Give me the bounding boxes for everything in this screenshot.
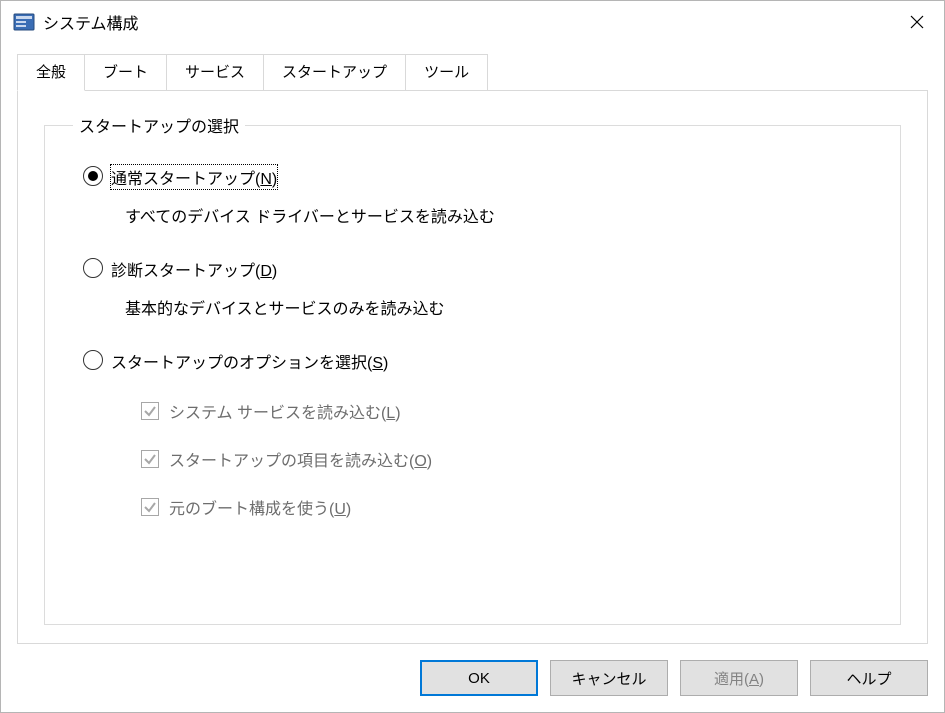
radio-block-diagnostic: 診断スタートアップ(D) 基本的なデバイスとサービスのみを読み込む — [83, 257, 876, 319]
check-item-startup: スタートアップの項目を読み込む(O) — [141, 447, 876, 471]
close-button[interactable] — [894, 4, 940, 40]
radio-block-selective: スタートアップのオプションを選択(S) システム サービスを読み込む(L) — [83, 349, 876, 519]
radio-desc-normal: すべてのデバイス ドライバーとサービスを読み込む — [125, 203, 876, 227]
app-icon — [13, 11, 35, 33]
check-label-services: システム サービスを読み込む(L) — [169, 399, 401, 423]
radio-item-normal[interactable]: 通常スタートアップ(N) — [83, 165, 876, 189]
check-original-boot — [141, 498, 159, 516]
dialog-window: システム構成 全般 ブート サービス スタートアップ ツール スタートアップの選… — [0, 0, 945, 713]
cancel-button[interactable]: キャンセル — [550, 660, 668, 696]
radio-list: 通常スタートアップ(N) すべてのデバイス ドライバーとサービスを読み込む 診断… — [83, 165, 876, 519]
selective-sub-checks: システム サービスを読み込む(L) スタートアップの項目を読み込む(O) — [141, 399, 876, 519]
tab-tools[interactable]: ツール — [405, 54, 488, 91]
tab-startup[interactable]: スタートアップ — [263, 54, 406, 91]
window-title: システム構成 — [43, 10, 894, 34]
group-legend: スタートアップの選択 — [73, 113, 245, 137]
close-icon — [910, 15, 924, 29]
radio-desc-diagnostic: 基本的なデバイスとサービスのみを読み込む — [125, 295, 876, 319]
checkmark-icon — [143, 452, 157, 466]
startup-selection-group: スタートアップの選択 通常スタートアップ(N) すべてのデバイス ドライバーとサ… — [44, 113, 901, 625]
check-label-original-boot: 元のブート構成を使う(U) — [169, 495, 351, 519]
checkmark-icon — [143, 500, 157, 514]
tabs-row: 全般 ブート サービス スタートアップ ツール — [17, 53, 928, 90]
tab-general[interactable]: 全般 — [17, 54, 85, 91]
tab-panel-general: スタートアップの選択 通常スタートアップ(N) すべてのデバイス ドライバーとサ… — [17, 90, 928, 644]
radio-label-selective[interactable]: スタートアップのオプションを選択(S) — [111, 349, 388, 373]
button-row: OK キャンセル 適用(A) ヘルプ — [1, 644, 944, 712]
check-item-services: システム サービスを読み込む(L) — [141, 399, 876, 423]
tab-boot[interactable]: ブート — [84, 54, 167, 91]
client-area: 全般 ブート サービス スタートアップ ツール スタートアップの選択 通常スター… — [1, 43, 944, 644]
help-button[interactable]: ヘルプ — [810, 660, 928, 696]
title-bar: システム構成 — [1, 1, 944, 43]
check-startup — [141, 450, 159, 468]
tab-services[interactable]: サービス — [166, 54, 264, 91]
apply-button: 適用(A) — [680, 660, 798, 696]
radio-label-diagnostic[interactable]: 診断スタートアップ(D) — [111, 257, 277, 281]
check-item-original-boot: 元のブート構成を使う(U) — [141, 495, 876, 519]
radio-normal[interactable] — [83, 166, 103, 186]
radio-block-normal: 通常スタートアップ(N) すべてのデバイス ドライバーとサービスを読み込む — [83, 165, 876, 227]
check-label-startup: スタートアップの項目を読み込む(O) — [169, 447, 432, 471]
radio-item-diagnostic[interactable]: 診断スタートアップ(D) — [83, 257, 876, 281]
check-services — [141, 402, 159, 420]
checkmark-icon — [143, 404, 157, 418]
ok-button[interactable]: OK — [420, 660, 538, 696]
radio-diagnostic[interactable] — [83, 258, 103, 278]
radio-selective[interactable] — [83, 350, 103, 370]
radio-label-normal[interactable]: 通常スタートアップ(N) — [111, 165, 277, 189]
radio-item-selective[interactable]: スタートアップのオプションを選択(S) — [83, 349, 876, 373]
